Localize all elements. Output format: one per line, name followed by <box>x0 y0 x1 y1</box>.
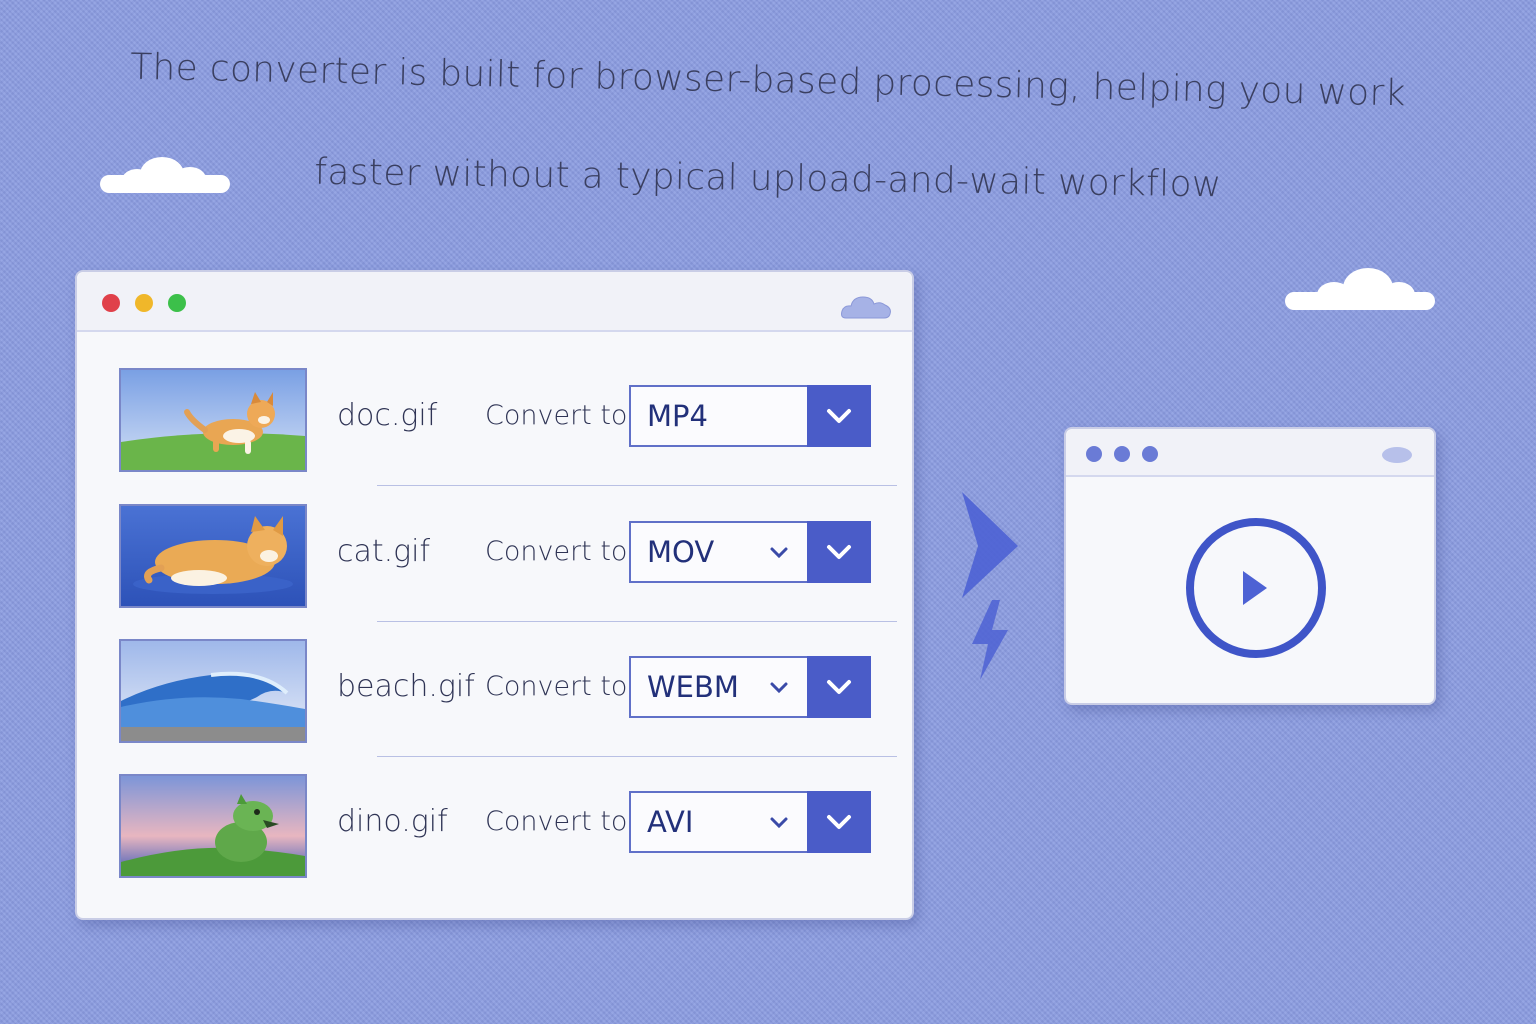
row-divider <box>377 621 897 622</box>
cloud-icon <box>100 155 230 195</box>
filename: cat.gif <box>337 534 431 569</box>
video-preview-window <box>1064 427 1436 705</box>
maximize-window-button[interactable] <box>168 294 186 312</box>
chevron-down-icon <box>827 409 851 423</box>
dropdown-button[interactable] <box>807 521 871 583</box>
cloud-icon <box>841 296 891 319</box>
filename: beach.gif <box>337 669 475 704</box>
convert-to-label: Convert to <box>485 400 628 431</box>
file-row-cat: cat.gif Convert to MOV <box>119 504 897 622</box>
format-select-value: MOV <box>647 535 715 569</box>
file-row-beach: beach.gif Convert to WEBM <box>119 639 897 757</box>
chevron-down-icon <box>827 545 851 559</box>
thumbnail-cat <box>119 504 307 608</box>
window-dot <box>1142 446 1158 462</box>
lightning-bolt-icon <box>972 600 1008 680</box>
window-dot <box>1114 446 1130 462</box>
format-select-value: AVI <box>647 805 694 839</box>
filename: doc.gif <box>337 398 438 433</box>
thumbnail-dino <box>119 774 307 878</box>
thumbnail-dog <box>119 368 307 472</box>
convert-to-label: Convert to <box>485 536 628 567</box>
format-select[interactable]: WEBM <box>629 656 871 718</box>
convert-to-label: Convert to <box>485 671 628 702</box>
format-select[interactable]: MOV <box>629 521 871 583</box>
headline-line-2: faster without a typical upload-and-wait… <box>314 151 1222 206</box>
file-row-doc: doc.gif Convert to MP4 <box>119 368 897 486</box>
play-icon[interactable] <box>1183 515 1329 661</box>
close-window-button[interactable] <box>102 294 120 312</box>
cloud-icon <box>1382 447 1412 463</box>
window-dot <box>1086 446 1102 462</box>
headline-line-1: The converter is built for browser-based… <box>129 46 1407 115</box>
format-select-value: WEBM <box>647 670 739 704</box>
chevron-down-icon <box>827 815 851 829</box>
arrow-right-icon <box>962 492 1018 598</box>
format-select-value: MP4 <box>647 399 708 433</box>
chevron-down-icon <box>827 680 851 694</box>
chevron-down-icon <box>770 682 788 694</box>
cloud-icon <box>1285 268 1435 312</box>
file-row-dino: dino.gif Convert to AVI <box>119 774 897 878</box>
converter-window: doc.gif Convert to MP4 cat.gif Convert t… <box>75 270 914 920</box>
convert-to-label: Convert to <box>485 806 628 837</box>
dropdown-button[interactable] <box>807 385 871 447</box>
chevron-down-icon <box>770 817 788 829</box>
row-divider <box>377 485 897 486</box>
dropdown-button[interactable] <box>807 791 871 853</box>
dropdown-button[interactable] <box>807 656 871 718</box>
chevron-down-icon <box>770 547 788 559</box>
thumbnail-wave <box>119 639 307 743</box>
minimize-window-button[interactable] <box>135 294 153 312</box>
format-select[interactable]: MP4 <box>629 385 871 447</box>
window-titlebar <box>77 272 912 332</box>
window-titlebar <box>1066 429 1434 477</box>
format-select[interactable]: AVI <box>629 791 871 853</box>
filename: dino.gif <box>337 804 448 839</box>
row-divider <box>377 756 897 757</box>
